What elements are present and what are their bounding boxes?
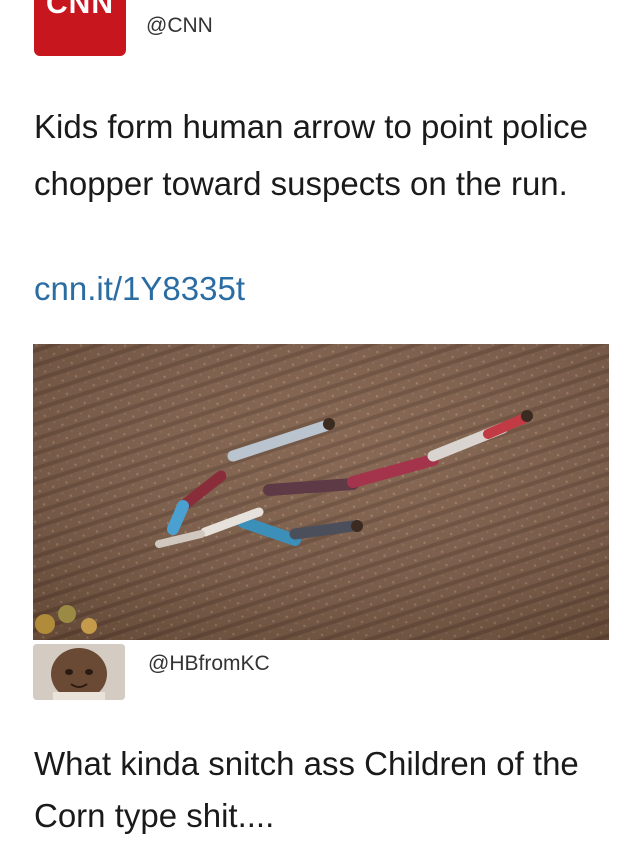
aerial-field-photo[interactable] <box>33 344 609 640</box>
cnn-tweet-link[interactable]: cnn.it/1Y8335t <box>34 270 245 308</box>
cnn-logo-text: CNN <box>46 0 114 20</box>
field-photo-drawing <box>33 344 609 640</box>
hbfromkc-handle[interactable]: @HBfromKC <box>148 652 270 676</box>
baby-avatar-icon <box>33 644 125 700</box>
cnn-tweet-text: Kids form human arrow to point police ch… <box>34 108 588 202</box>
hbfromkc-avatar-icon[interactable] <box>33 644 125 700</box>
tweet-header-cnn: CNN @CNN <box>34 0 594 60</box>
cnn-logo-icon[interactable]: CNN <box>34 0 126 56</box>
hbfromkc-tweet-text: What kinda snitch ass Children of the Co… <box>34 745 579 834</box>
cnn-handle[interactable]: @CNN <box>146 14 213 38</box>
